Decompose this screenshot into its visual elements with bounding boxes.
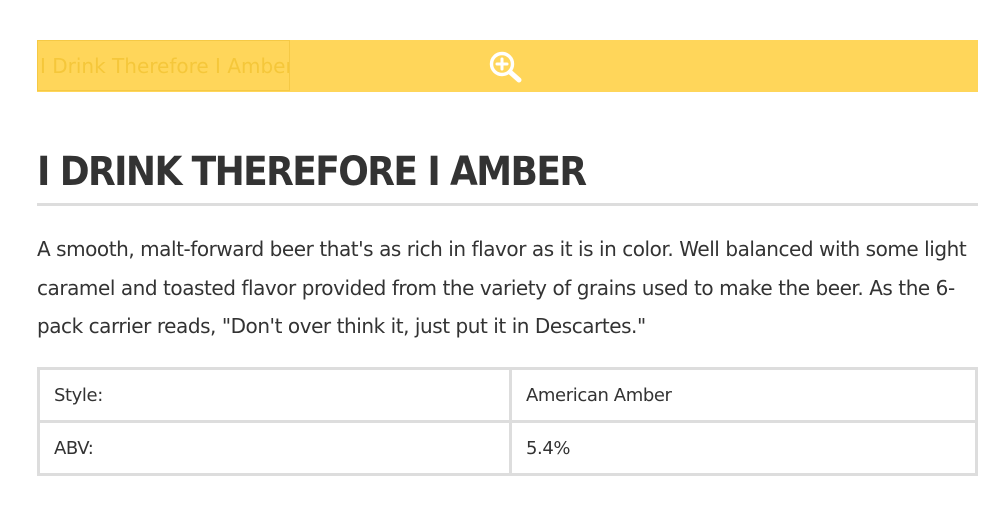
zoom-in-icon[interactable] bbox=[488, 50, 524, 84]
beer-detail-page: I Drink Therefore I Amber I DRINK THEREF… bbox=[0, 0, 1000, 529]
beer-specs-table: Style: American Amber ABV: 5.4% bbox=[37, 367, 978, 476]
beer-image-placeholder: I Drink Therefore I Amber bbox=[37, 40, 978, 92]
table-row: ABV: 5.4% bbox=[37, 420, 978, 476]
spec-value-abv: 5.4% bbox=[509, 420, 978, 476]
beer-description: A smooth, malt-forward beer that's as ri… bbox=[37, 237, 967, 338]
title-divider bbox=[37, 203, 978, 206]
page-title: I DRINK THEREFORE I AMBER bbox=[37, 149, 587, 196]
spec-label-abv: ABV: bbox=[37, 420, 512, 476]
image-alt-text: I Drink Therefore I Amber bbox=[37, 40, 290, 91]
spec-label-style: Style: bbox=[37, 367, 512, 423]
table-row: Style: American Amber bbox=[37, 367, 978, 423]
spec-value-style: American Amber bbox=[509, 367, 978, 423]
